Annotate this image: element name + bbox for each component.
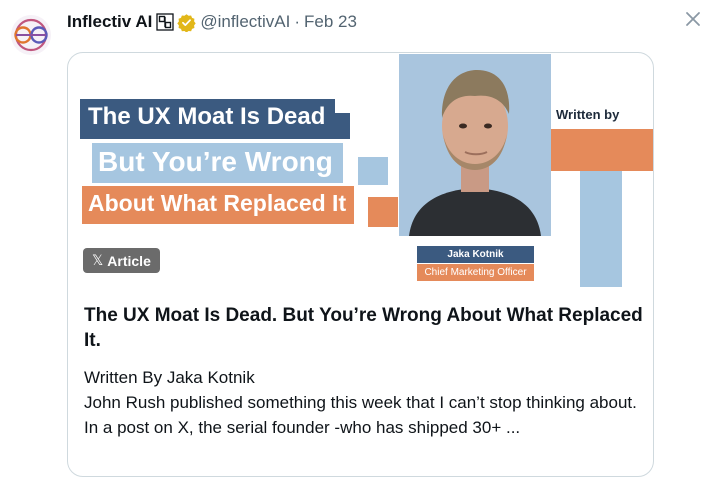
excerpt-line: John Rush published something this week … [84, 393, 637, 412]
affiliate-badge-icon[interactable] [156, 13, 174, 31]
banner-headline-line3: About What Replaced It [82, 186, 355, 224]
close-icon [686, 12, 700, 26]
post-date[interactable]: Feb 23 [304, 12, 357, 32]
inflectiv-logo-icon [11, 15, 51, 55]
tweet-header: Inflectiv AI @inflectivAI · Feb 23 [67, 11, 357, 33]
close-button[interactable] [683, 9, 703, 29]
banner-headline-line1: The UX Moat Is Dead [80, 99, 336, 139]
article-title[interactable]: The UX Moat Is Dead. But You’re Wrong Ab… [84, 303, 644, 353]
article-excerpt: Written By Jaka Kotnik John Rush publish… [84, 365, 644, 440]
excerpt-line: In a post on X, the serial founder -who … [84, 418, 521, 437]
banner-stripe [550, 129, 653, 171]
author-photo [399, 54, 551, 236]
article-card[interactable]: The UX Moat Is Dead But You’re Wrong Abo… [67, 52, 654, 477]
excerpt-line: Written By Jaka Kotnik [84, 368, 255, 387]
banner-stripe [368, 197, 398, 227]
article-banner: The UX Moat Is Dead But You’re Wrong Abo… [68, 53, 653, 293]
x-logo-icon: 𝕏 [92, 252, 104, 268]
handle[interactable]: @inflectivAI [200, 12, 290, 32]
written-by-label: Written by [556, 107, 620, 122]
article-badge[interactable]: 𝕏 Article [83, 248, 160, 273]
banner-author-role: Chief Marketing Officer [417, 264, 534, 281]
avatar[interactable] [10, 14, 52, 56]
banner-stripe [580, 171, 622, 287]
verified-gold-icon[interactable] [177, 13, 197, 33]
banner-author-name: Jaka Kotnik [417, 246, 534, 263]
banner-stripe [358, 157, 388, 185]
article-badge-label: Article [107, 252, 151, 269]
banner-headline-line2: But You’re Wrong [92, 143, 343, 183]
display-name[interactable]: Inflectiv AI [67, 12, 152, 32]
separator-dot: · [294, 12, 301, 31]
